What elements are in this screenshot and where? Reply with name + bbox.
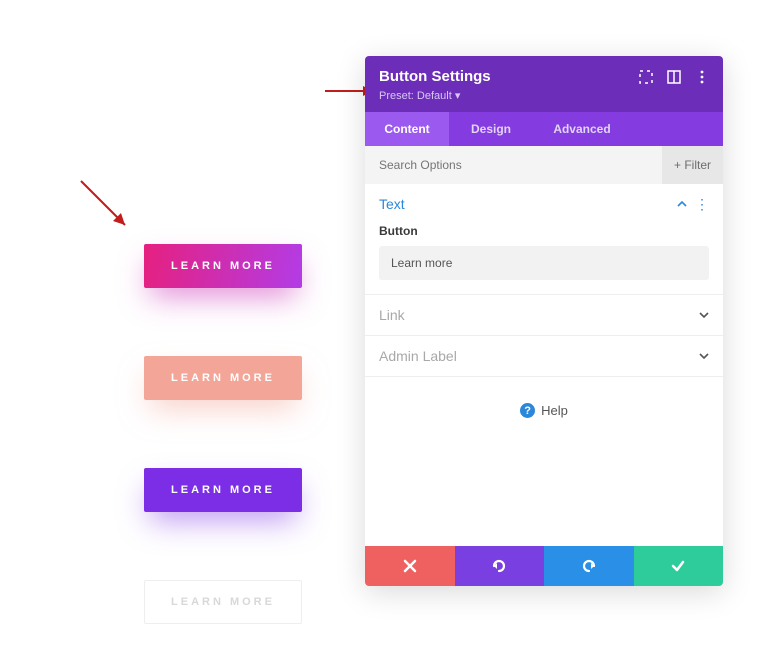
layout-icon[interactable] [667, 70, 681, 84]
section-title: Link [379, 307, 405, 323]
chevron-up-icon [677, 199, 687, 209]
help-link[interactable]: ? Help [365, 377, 723, 444]
chevron-down-icon [699, 310, 709, 320]
preview-button-coral[interactable]: LEARN MORE [144, 356, 302, 400]
search-row: + Filter [365, 146, 723, 184]
redo-button[interactable] [544, 546, 634, 586]
close-icon [403, 559, 417, 573]
help-icon: ? [520, 403, 535, 418]
filter-button[interactable]: + Filter [662, 146, 723, 184]
panel-body: Text ⋮ Button Link Admin Label [365, 184, 723, 546]
preview-button-gradient[interactable]: LEARN MORE [144, 244, 302, 288]
undo-button[interactable] [455, 546, 545, 586]
section-admin-label: Admin Label [365, 336, 723, 377]
preview-button-label: LEARN MORE [171, 596, 275, 608]
redo-icon [581, 558, 597, 574]
tab-advanced[interactable]: Advanced [533, 112, 631, 146]
expand-icon[interactable] [639, 70, 653, 84]
panel-footer [365, 546, 723, 586]
section-text: Text ⋮ Button [365, 184, 723, 295]
section-link: Link [365, 295, 723, 336]
annotation-arrow-icon [75, 175, 135, 235]
check-icon [670, 558, 686, 574]
chevron-down-icon [699, 351, 709, 361]
button-text-input[interactable] [379, 246, 709, 280]
settings-panel: Button Settings Preset: Default ▾ Conten… [365, 56, 723, 586]
section-link-header[interactable]: Link [365, 295, 723, 335]
section-title: Admin Label [379, 348, 457, 364]
preview-button-label: LEARN MORE [171, 484, 275, 496]
help-label: Help [541, 403, 568, 418]
section-title: Text [379, 196, 405, 212]
tab-content[interactable]: Content [365, 112, 449, 146]
section-admin-label-header[interactable]: Admin Label [365, 336, 723, 376]
tabs: Content Design Advanced [365, 112, 723, 146]
preview-button-white[interactable]: LEARN MORE [144, 580, 302, 624]
preset-dropdown[interactable]: Preset: Default ▾ [379, 89, 709, 102]
section-text-header[interactable]: Text ⋮ [365, 184, 723, 224]
more-icon[interactable] [695, 70, 709, 84]
undo-icon [491, 558, 507, 574]
panel-header: Button Settings Preset: Default ▾ [365, 56, 723, 112]
panel-title: Button Settings [379, 68, 491, 85]
cancel-button[interactable] [365, 546, 455, 586]
preview-button-label: LEARN MORE [171, 372, 275, 384]
section-more-icon[interactable]: ⋮ [695, 197, 709, 211]
preview-button-purple[interactable]: LEARN MORE [144, 468, 302, 512]
save-button[interactable] [634, 546, 724, 586]
field-label-button: Button [379, 224, 709, 238]
search-input[interactable] [365, 158, 662, 172]
preview-button-label: LEARN MORE [171, 260, 275, 272]
tab-design[interactable]: Design [449, 112, 533, 146]
